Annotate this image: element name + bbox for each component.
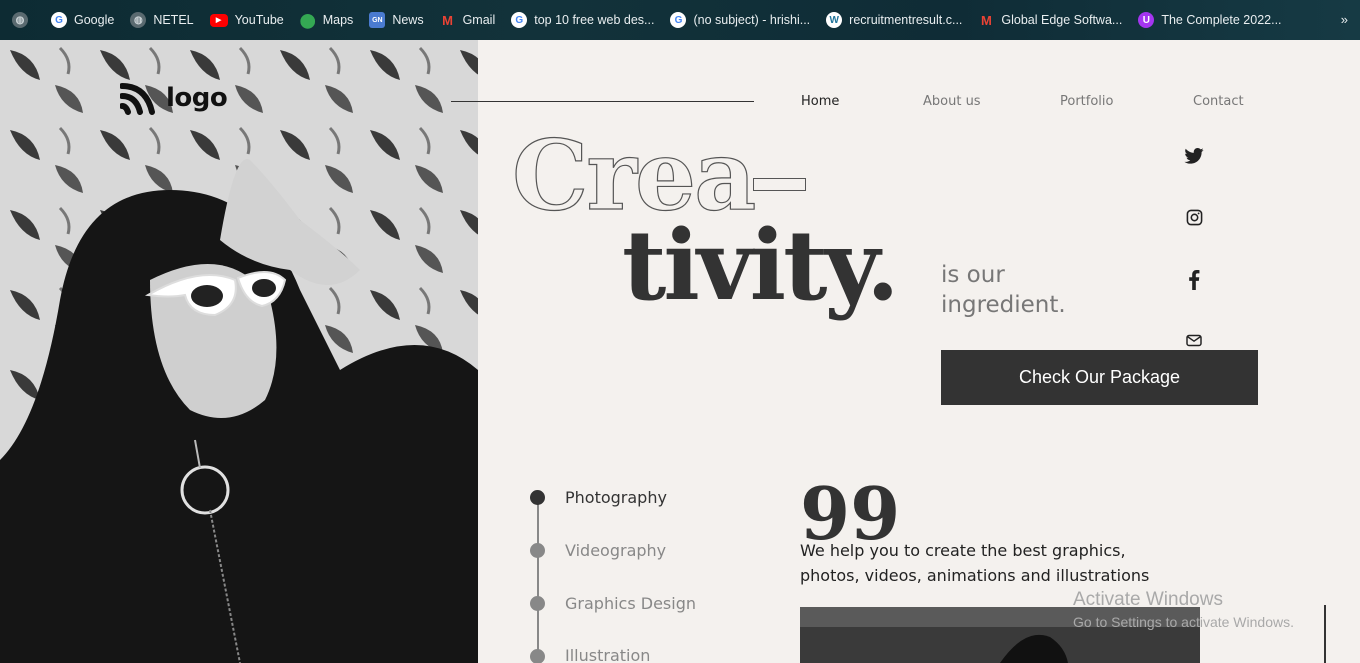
bookmarks-bar: ◍ G Google ◍ NETEL ▶ YouTube ⬤ Maps GN News M…	[0, 0, 1360, 40]
timeline-dot[interactable]	[530, 596, 545, 611]
logo-text: logo	[166, 83, 228, 113]
timeline-dot[interactable]	[530, 543, 545, 558]
watermark-title: Activate Windows	[1073, 589, 1223, 610]
tagline: is our ingredient.	[941, 260, 1066, 320]
check-package-button[interactable]: Check Our Package	[941, 350, 1258, 405]
facebook-icon[interactable]	[1183, 269, 1205, 291]
bookmark-recruitment[interactable]: Wrecruitmentresult.c...	[826, 0, 962, 40]
quote-text: We help you to create the best graphics,…	[800, 541, 1150, 585]
bookmark-label: top 10 free web des...	[534, 13, 655, 27]
nav-portfolio[interactable]: Portfolio	[1060, 94, 1113, 109]
timeline-dot-active[interactable]	[530, 490, 545, 505]
service-videography[interactable]: Videography	[565, 541, 666, 560]
bookmark-label: Maps	[322, 13, 354, 27]
bookmarks-overflow-button[interactable]: »	[1341, 0, 1348, 40]
globe-icon: ◍	[130, 12, 147, 28]
bookmark-netel[interactable]: ◍ NETEL	[130, 0, 194, 40]
headline-solid: tivity.	[622, 209, 900, 322]
hero-photo	[0, 40, 478, 663]
headline-dash	[753, 178, 806, 191]
bookmark-label: recruitmentresult.c...	[849, 13, 963, 27]
bookmark-news[interactable]: GN News	[369, 0, 424, 40]
bookmark-youtube[interactable]: ▶ YouTube	[209, 0, 284, 40]
timeline-dot[interactable]	[530, 649, 545, 663]
bookmark-label: News	[392, 13, 424, 27]
bookmark-globe[interactable]: ◍	[12, 0, 35, 40]
site-logo[interactable]: logo	[120, 80, 228, 116]
bookmark-gmail[interactable]: M Gmail	[440, 0, 496, 40]
gmail-icon: M	[442, 12, 453, 28]
globe-icon: ◍	[12, 12, 28, 28]
bookmark-google[interactable]: G Google	[51, 0, 114, 40]
watermark-subtitle: Go to Settings to activate Windows.	[1073, 614, 1294, 630]
tagline-line-1: is our	[941, 262, 1005, 288]
bookmark-complete2022[interactable]: U The Complete 2022...	[1138, 0, 1282, 40]
news-icon: GN	[369, 12, 386, 28]
youtube-icon: ▶	[209, 13, 228, 27]
bookmark-globaledge[interactable]: M Global Edge Softwa...	[978, 0, 1122, 40]
service-illustration[interactable]: Illustration	[565, 646, 650, 663]
twitter-icon[interactable]	[1183, 145, 1205, 167]
bookmark-top10[interactable]: Gtop 10 free web des...	[511, 0, 654, 40]
bookmark-label: Gmail	[462, 13, 496, 27]
logo-mark-icon	[120, 83, 155, 115]
google-icon: G	[511, 12, 528, 28]
instagram-icon[interactable]	[1183, 206, 1205, 228]
activate-windows-watermark: Activate Windows Go to Settings to activ…	[1073, 589, 1294, 630]
bookmark-nosubject[interactable]: G (no subject) - hrishi...	[670, 0, 810, 40]
timeline-line	[537, 498, 539, 663]
mail-icon[interactable]	[1183, 329, 1205, 351]
nav-about[interactable]: About us	[923, 94, 981, 109]
nav-home[interactable]: Home	[801, 94, 839, 109]
service-graphics-design[interactable]: Graphics Design	[565, 594, 696, 613]
gmail-icon: M	[980, 12, 992, 28]
google-icon: G	[51, 12, 67, 28]
google-icon: G	[670, 12, 687, 28]
bookmark-label: Global Edge Softwa...	[1001, 13, 1123, 27]
bookmark-maps[interactable]: ⬤ Maps	[299, 0, 354, 40]
maps-icon: ⬤	[299, 11, 316, 28]
wordpress-icon: W	[826, 12, 843, 28]
tagline-line-2: ingredient.	[941, 292, 1066, 318]
bookmark-label: NETEL	[153, 13, 194, 27]
bookmark-label: Google	[74, 13, 115, 27]
nav-contact[interactable]: Contact	[1193, 94, 1244, 109]
bookmark-label: YouTube	[234, 13, 284, 27]
udemy-icon: U	[1138, 12, 1155, 28]
bookmark-label: (no subject) - hrishi...	[693, 13, 811, 27]
scroll-indicator	[1324, 605, 1326, 663]
nav-divider-line	[451, 101, 754, 102]
bookmark-label: The Complete 2022...	[1161, 13, 1282, 27]
service-photography[interactable]: Photography	[565, 488, 667, 507]
